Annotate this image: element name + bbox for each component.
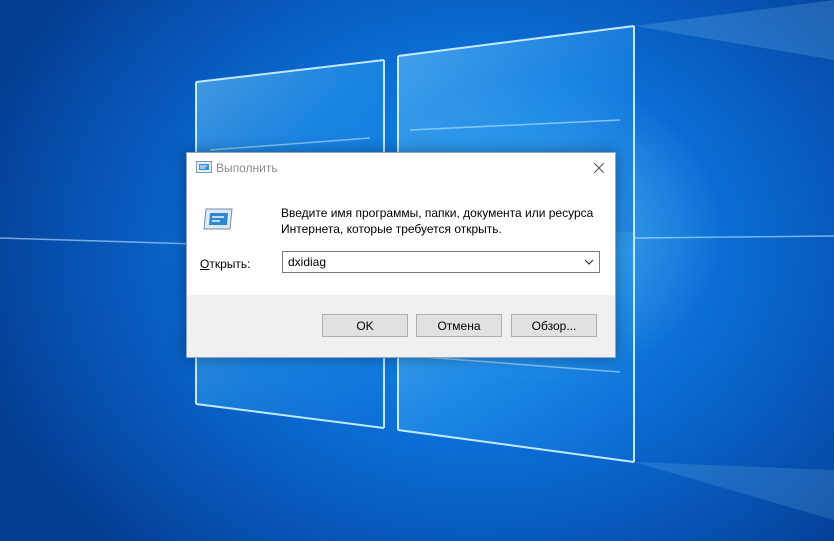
- command-input[interactable]: [283, 252, 578, 272]
- open-label-rest: ткрыть:: [209, 257, 251, 271]
- prompt-line-2: Интернета, которые требуется открыть.: [281, 222, 502, 236]
- browse-button[interactable]: Обзор...: [511, 314, 597, 337]
- light-ray-bottom: [634, 462, 834, 520]
- run-app-icon: [203, 208, 233, 230]
- button-bar: OK Отмена Обзор...: [187, 295, 615, 357]
- prompt-line-1: Введите имя программы, папки, документа …: [281, 206, 594, 220]
- ok-button[interactable]: OK: [322, 314, 408, 337]
- dialog-title: Выполнить: [216, 161, 278, 175]
- light-ray-top: [634, 0, 834, 60]
- command-combobox[interactable]: [282, 251, 600, 273]
- open-label: Открыть:: [200, 257, 250, 271]
- close-button[interactable]: [585, 155, 613, 181]
- close-icon: [594, 163, 604, 173]
- open-label-access-key: О: [200, 257, 210, 271]
- title-bar[interactable]: Выполнить: [187, 153, 615, 183]
- cancel-button[interactable]: Отмена: [416, 314, 502, 337]
- dropdown-button[interactable]: [579, 252, 599, 272]
- prompt-text: Введите имя программы, папки, документа …: [281, 205, 611, 237]
- run-dialog: Выполнить Введите имя программы, папки, …: [186, 152, 616, 358]
- chevron-down-icon: [584, 259, 594, 265]
- run-icon: [196, 161, 212, 173]
